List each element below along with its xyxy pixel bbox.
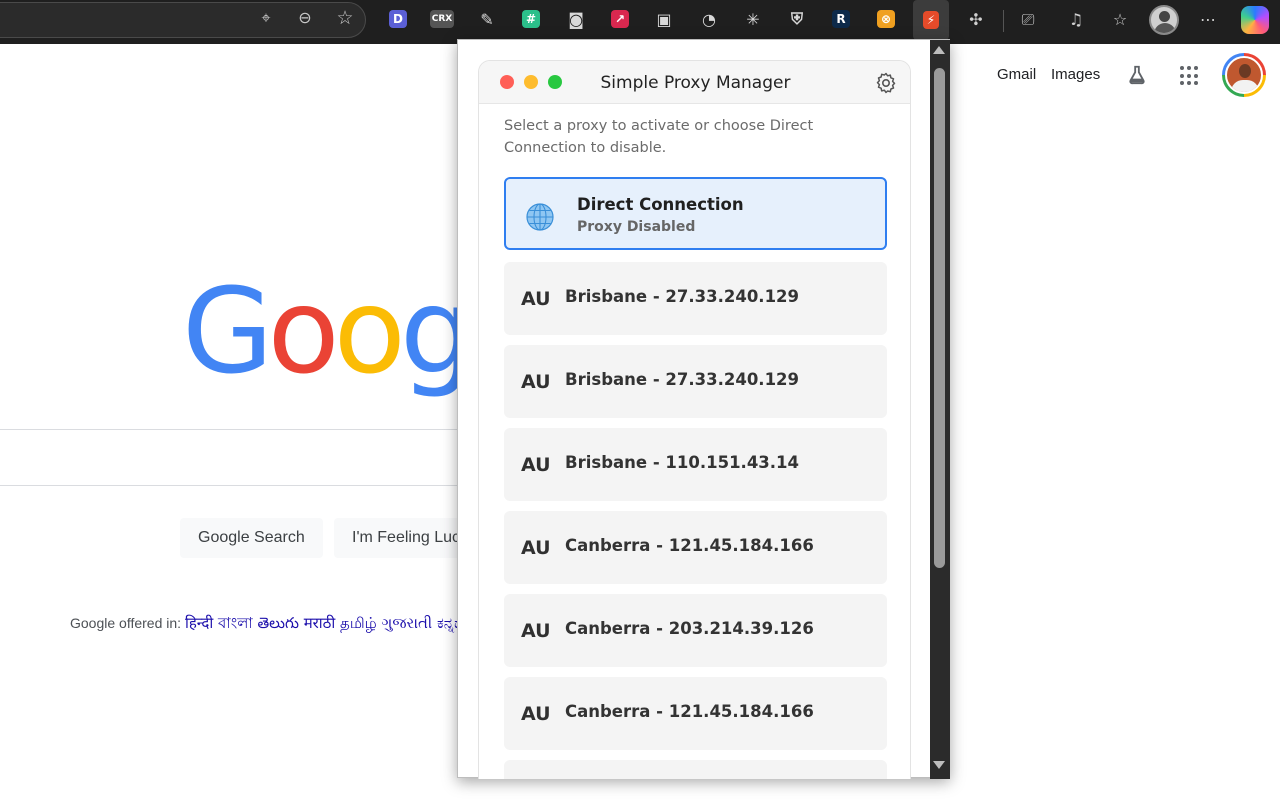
color-picker-icon-glyph: ✎ [480, 9, 494, 29]
globe-icon [526, 203, 554, 231]
shield-icon[interactable]: ⛨ [786, 8, 808, 30]
proxy-item[interactable]: AU Canberra - 203.214.39.126 [504, 594, 887, 667]
proxy-manager-panel: Simple Proxy Manager Select a proxy to a… [478, 60, 911, 779]
compass-icon[interactable]: ✳ [742, 8, 764, 30]
location-pin-icon[interactable]: ⌖ [255, 7, 277, 29]
proxy-label: Canberra - 121.45.184.166 [565, 536, 814, 555]
r-extension-icon-glyph: R [832, 10, 850, 28]
google-search-input[interactable] [0, 429, 490, 486]
logo-letter: G [182, 262, 273, 400]
logo-letter: o [333, 262, 406, 400]
arrow-up-right-icon[interactable]: ↗ [609, 8, 631, 30]
puzzle-extensions-icon[interactable]: ✣ [964, 8, 988, 32]
proxy-item[interactable]: AU Canberra - 121.45.184.166 [504, 677, 887, 750]
crx-icon[interactable]: CRX [429, 8, 455, 30]
offered-in-text: Google offered in: हिन्दी বাংলা తెలుగు म… [70, 612, 464, 637]
instructions-text: Select a proxy to activate or choose Dir… [504, 118, 814, 156]
scroll-up-arrow[interactable] [933, 46, 945, 54]
hashtag-icon[interactable]: # [520, 8, 542, 30]
proxy-country-code: AU [521, 537, 551, 559]
proxy-item[interactable]: AU Canberra - 121.45.184.166 [504, 511, 887, 584]
cast-icon[interactable]: ⎚ [1016, 8, 1040, 32]
proxy-country-code: AU [521, 620, 551, 642]
camera-icon-glyph: ◙ [568, 9, 584, 29]
bookmark-star-icon[interactable]: ☆ [334, 7, 356, 29]
proxy-label: Canberra - 121.45.184.166 [565, 702, 814, 721]
browser-toolbar: ⌖ ⊖ ☆ D CRX ✎ # ◙ ↗ ▣ ◔ ✳ ⛨ R ⊗ ⚡ ✣ ⎚ ♫ ☆ ⋯ [0, 0, 1280, 44]
proxy-item[interactable]: AU Brisbane - 27.33.240.129 [504, 345, 887, 418]
more-menu-icon[interactable]: ⋯ [1196, 8, 1220, 32]
copilot-icon[interactable] [1241, 6, 1269, 34]
proxy-item[interactable]: AU Brisbane - 110.151.43.14 [504, 428, 887, 501]
language-links[interactable]: हिन्दी বাংলা తెలుగు मराठी தமிழ் ગુજરાતી … [185, 614, 464, 632]
r-extension-icon[interactable]: R [830, 8, 852, 30]
labs-flask-icon[interactable] [1126, 64, 1148, 86]
proxy-extension-icon[interactable]: ⚡ [913, 0, 949, 40]
popup-title: Simple Proxy Manager [600, 73, 791, 93]
proxy-country-code: AU [521, 703, 551, 725]
gmail-link[interactable]: Gmail [997, 66, 1036, 83]
proxy-status-label: Proxy Disabled [577, 219, 696, 235]
google-search-button[interactable]: Google Search [180, 518, 323, 558]
google-apps-icon[interactable] [1180, 66, 1200, 86]
scroll-down-arrow[interactable] [933, 761, 945, 769]
proxy-country-code: AU [521, 454, 551, 476]
camera-icon[interactable]: ◙ [565, 8, 587, 30]
proxy-label: Brisbane - 27.33.240.129 [565, 287, 800, 306]
toolbar-separator [1003, 10, 1004, 32]
favorites-icon[interactable]: ☆ [1108, 8, 1132, 32]
arrow-up-right-icon-glyph: ↗ [610, 10, 630, 28]
screen-capture-icon-glyph: ▣ [656, 9, 672, 29]
d-extension-icon-glyph: D [389, 10, 407, 28]
timer-icon[interactable]: ⊗ [875, 8, 897, 30]
clock-icon[interactable]: ◔ [698, 8, 720, 30]
screen-capture-icon[interactable]: ▣ [653, 8, 675, 30]
color-picker-icon[interactable]: ✎ [476, 8, 498, 30]
proxy-item[interactable]: AU Brisbane - 27.33.240.129 [504, 262, 887, 335]
scrollbar-thumb[interactable] [934, 68, 945, 568]
profile-avatar[interactable] [1149, 5, 1179, 35]
direct-connection-option[interactable]: Direct Connection Proxy Disabled [504, 177, 887, 250]
logo-letter: o [267, 262, 339, 400]
proxy-extension-icon-glyph: ⚡ [922, 11, 940, 29]
hashtag-icon-glyph: # [521, 10, 541, 28]
shield-icon-glyph: ⛨ [790, 9, 803, 28]
extension-popup: Simple Proxy Manager Select a proxy to a… [457, 39, 950, 779]
offered-in-label: Google offered in: [70, 615, 185, 631]
timer-icon-glyph: ⊗ [876, 10, 896, 28]
proxy-label: Brisbane - 110.151.43.14 [565, 453, 800, 472]
proxy-label: Brisbane - 27.33.240.129 [565, 370, 800, 389]
google-account-avatar[interactable] [1222, 53, 1266, 97]
proxy-label: Canberra - 203.214.39.126 [565, 619, 814, 638]
settings-gear-icon[interactable] [874, 71, 898, 95]
proxy-country-code: AU [521, 288, 551, 310]
d-extension-icon[interactable]: D [387, 8, 409, 30]
proxy-country-code: AU [521, 371, 551, 393]
images-link[interactable]: Images [1051, 66, 1100, 83]
clock-icon-glyph: ◔ [702, 9, 716, 29]
compass-icon-glyph: ✳ [746, 9, 760, 29]
media-control-icon[interactable]: ♫ [1064, 8, 1088, 32]
zoom-out-icon[interactable]: ⊖ [294, 7, 316, 29]
proxy-item-partial[interactable] [504, 760, 887, 779]
title-bar: Simple Proxy Manager [479, 61, 910, 104]
crx-icon-glyph: CRX [429, 10, 455, 28]
direct-connection-label: Direct Connection [577, 195, 744, 214]
